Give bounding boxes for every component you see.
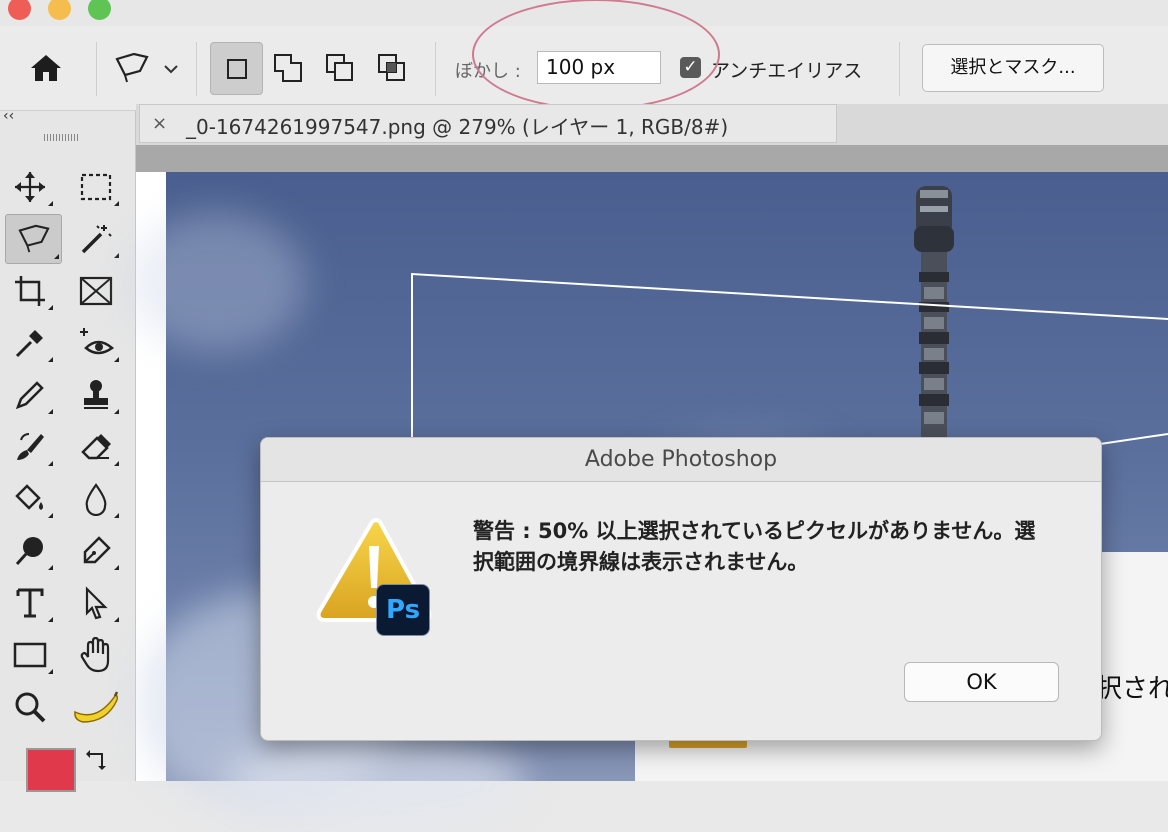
panel-grip[interactable] (44, 134, 80, 141)
dialog-titlebar: Adobe Photoshop (261, 438, 1101, 482)
home-icon (31, 55, 61, 81)
eyedropper-icon (15, 330, 43, 358)
dodge-icon (15, 537, 43, 566)
home-button[interactable] (22, 46, 70, 90)
crop-tool[interactable] (5, 268, 55, 314)
add-to-selection-button[interactable] (264, 44, 312, 92)
warning-icon-group: Ps (309, 516, 439, 638)
eraser-icon (81, 434, 111, 460)
droplet-icon (85, 483, 107, 516)
dialog-title: Adobe Photoshop (584, 447, 778, 472)
red-eye-tool[interactable] (71, 320, 121, 366)
close-window-button[interactable] (8, 0, 31, 20)
swap-arrows-icon (86, 750, 106, 770)
rectangle-icon (13, 642, 47, 668)
stamp-tool[interactable] (71, 372, 121, 418)
crop-icon (15, 276, 45, 306)
chevron-down-icon (164, 65, 178, 74)
eraser-tool[interactable] (71, 424, 121, 470)
arrow-pointer-icon (85, 586, 108, 620)
dodge-tool[interactable] (5, 528, 55, 574)
foreground-color-swatch[interactable] (26, 748, 76, 792)
new-selection-button[interactable] (210, 42, 263, 95)
eye-icon (80, 328, 115, 355)
history-brush-icon (17, 433, 44, 460)
hand-tool[interactable] (71, 632, 121, 678)
photoshop-badge: Ps (376, 584, 430, 636)
divider (435, 42, 436, 96)
pen-icon (83, 536, 111, 564)
lasso-tool[interactable] (5, 214, 62, 264)
subtract-selection-button[interactable] (316, 44, 364, 92)
zoom-window-button[interactable] (88, 0, 111, 20)
paint-bucket-tool[interactable] (5, 476, 55, 522)
add-selection-icon (274, 54, 302, 82)
stamp-icon (84, 380, 108, 409)
preset-dropdown[interactable] (158, 58, 184, 80)
lasso-preset-button[interactable] (108, 44, 156, 92)
move-tool[interactable] (5, 164, 55, 210)
blur-tool[interactable] (71, 476, 121, 522)
close-tab-icon[interactable]: × (152, 113, 167, 134)
paint-bucket-icon (15, 484, 43, 510)
ps-badge-text: Ps (386, 595, 421, 625)
pen-tool[interactable] (71, 528, 121, 574)
subtract-selection-icon (326, 54, 353, 81)
eyedropper-tool[interactable] (5, 320, 55, 366)
path-selection-tool[interactable] (71, 580, 121, 626)
zoom-tool[interactable] (5, 684, 55, 730)
magic-wand-tool[interactable] (71, 216, 121, 262)
minimize-window-button[interactable] (48, 0, 71, 20)
intersect-selection-button[interactable] (368, 44, 416, 92)
frame-icon (79, 276, 113, 306)
new-selection-icon (226, 58, 247, 79)
ok-button[interactable]: OK (904, 662, 1059, 702)
pencil-icon (15, 381, 44, 410)
annotation-circle (472, 0, 720, 110)
intersect-selection-icon (378, 54, 405, 81)
select-and-mask-button[interactable]: 選択とマスク... (922, 44, 1104, 92)
dialog-message: 警告 : 50% 以上選択されているピクセルがありません。選択範囲の境界線は表示… (473, 519, 1036, 574)
polygonal-lasso-icon (17, 224, 50, 253)
history-brush-tool[interactable] (5, 424, 55, 470)
swap-colors-button[interactable] (80, 740, 116, 776)
rectangle-tool[interactable] (5, 632, 55, 678)
polygonal-lasso-icon (115, 52, 149, 83)
move-icon (15, 172, 45, 202)
hand-icon (80, 637, 110, 673)
brush-tool[interactable] (5, 372, 55, 418)
background-text: 択されて (1096, 674, 1168, 704)
type-icon (16, 588, 44, 618)
banana-tool[interactable] (67, 684, 125, 730)
rectangular-marquee-icon (80, 173, 112, 201)
marquee-tool[interactable] (71, 164, 121, 210)
banana-icon (74, 691, 119, 723)
alert-dialog: Adobe Photoshop Ps 警告 : 50% 以上選択されているピクセ… (260, 437, 1102, 741)
frame-tool[interactable] (71, 268, 121, 314)
magnifier-icon (15, 692, 46, 723)
type-tool[interactable] (5, 580, 55, 626)
divider (899, 42, 900, 96)
divider (196, 42, 197, 96)
magic-wand-icon (81, 225, 112, 254)
antialias-label: アンチエイリアス (711, 60, 863, 82)
document-title: _0-1674261997547.png @ 279% (レイヤー 1, RGB… (186, 115, 729, 139)
collapse-panel-button[interactable]: ‹‹ (3, 108, 14, 124)
divider (96, 42, 97, 96)
document-tab[interactable]: × _0-1674261997547.png @ 279% (レイヤー 1, R… (139, 104, 837, 143)
